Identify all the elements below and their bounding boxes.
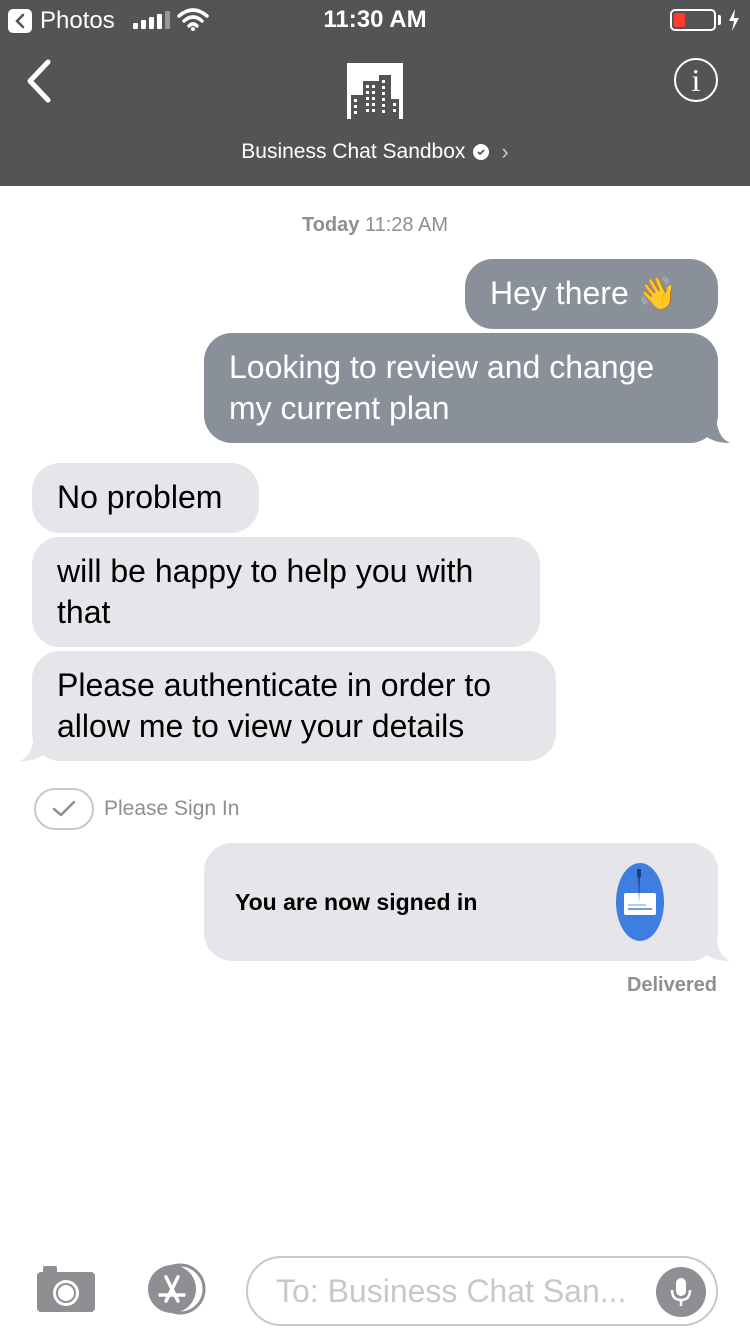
signed-document-icon bbox=[616, 863, 664, 941]
sent-bubble-tail bbox=[700, 413, 730, 443]
sign-in-label: Please Sign In bbox=[104, 797, 240, 820]
microphone-button[interactable] bbox=[656, 1267, 706, 1317]
checkmark-icon bbox=[34, 788, 94, 830]
delivery-status: Delivered bbox=[626, 974, 717, 996]
received-bubble-tail bbox=[20, 731, 50, 761]
sent-message-bubble[interactable]: Hey there 👋 bbox=[465, 259, 718, 329]
back-arrow-icon[interactable] bbox=[24, 58, 54, 104]
app-store-icon[interactable] bbox=[140, 1263, 212, 1315]
received-message-bubble[interactable]: will be happy to help you with that bbox=[32, 537, 540, 647]
sign-in-prompt[interactable]: Please Sign In bbox=[34, 788, 239, 830]
message-input-placeholder: To: Business Chat San... bbox=[276, 1273, 627, 1309]
battery-nub bbox=[718, 15, 721, 25]
signed-in-text: You are now signed in bbox=[235, 889, 478, 915]
charging-bolt-icon bbox=[729, 9, 739, 31]
received-message-bubble[interactable]: No problem bbox=[32, 463, 259, 533]
chat-title: Business Chat Sandbox bbox=[241, 140, 466, 163]
status-bar: Photos 11:30 AM bbox=[0, 0, 750, 40]
chat-title-row[interactable]: Business Chat Sandbox › bbox=[0, 139, 750, 165]
chat-header: Photos 11:30 AM i Business Chat Sandbox … bbox=[0, 0, 750, 186]
verified-check-icon bbox=[473, 144, 490, 160]
chevron-right-icon: › bbox=[501, 139, 509, 164]
signed-card-tail bbox=[700, 931, 730, 961]
microphone-icon bbox=[670, 1278, 692, 1306]
status-time: 11:30 AM bbox=[323, 6, 427, 33]
timestamp-day: Today bbox=[301, 214, 360, 236]
camera-icon[interactable] bbox=[33, 1264, 99, 1314]
conversation-timestamp: Today 11:28 AM bbox=[0, 214, 750, 237]
sent-message-bubble[interactable]: Looking to review and change my current … bbox=[204, 333, 718, 443]
info-button[interactable]: i bbox=[674, 58, 718, 102]
battery-icon bbox=[670, 9, 716, 31]
building-icon bbox=[351, 75, 399, 119]
signed-in-card[interactable]: You are now signed in bbox=[204, 843, 718, 961]
message-input[interactable]: To: Business Chat San... bbox=[246, 1256, 718, 1326]
business-logo[interactable] bbox=[347, 63, 403, 119]
timestamp-time: 11:28 AM bbox=[364, 214, 448, 236]
received-message-bubble[interactable]: Please authenticate in order to allow me… bbox=[32, 651, 556, 761]
info-icon: i bbox=[691, 61, 701, 98]
